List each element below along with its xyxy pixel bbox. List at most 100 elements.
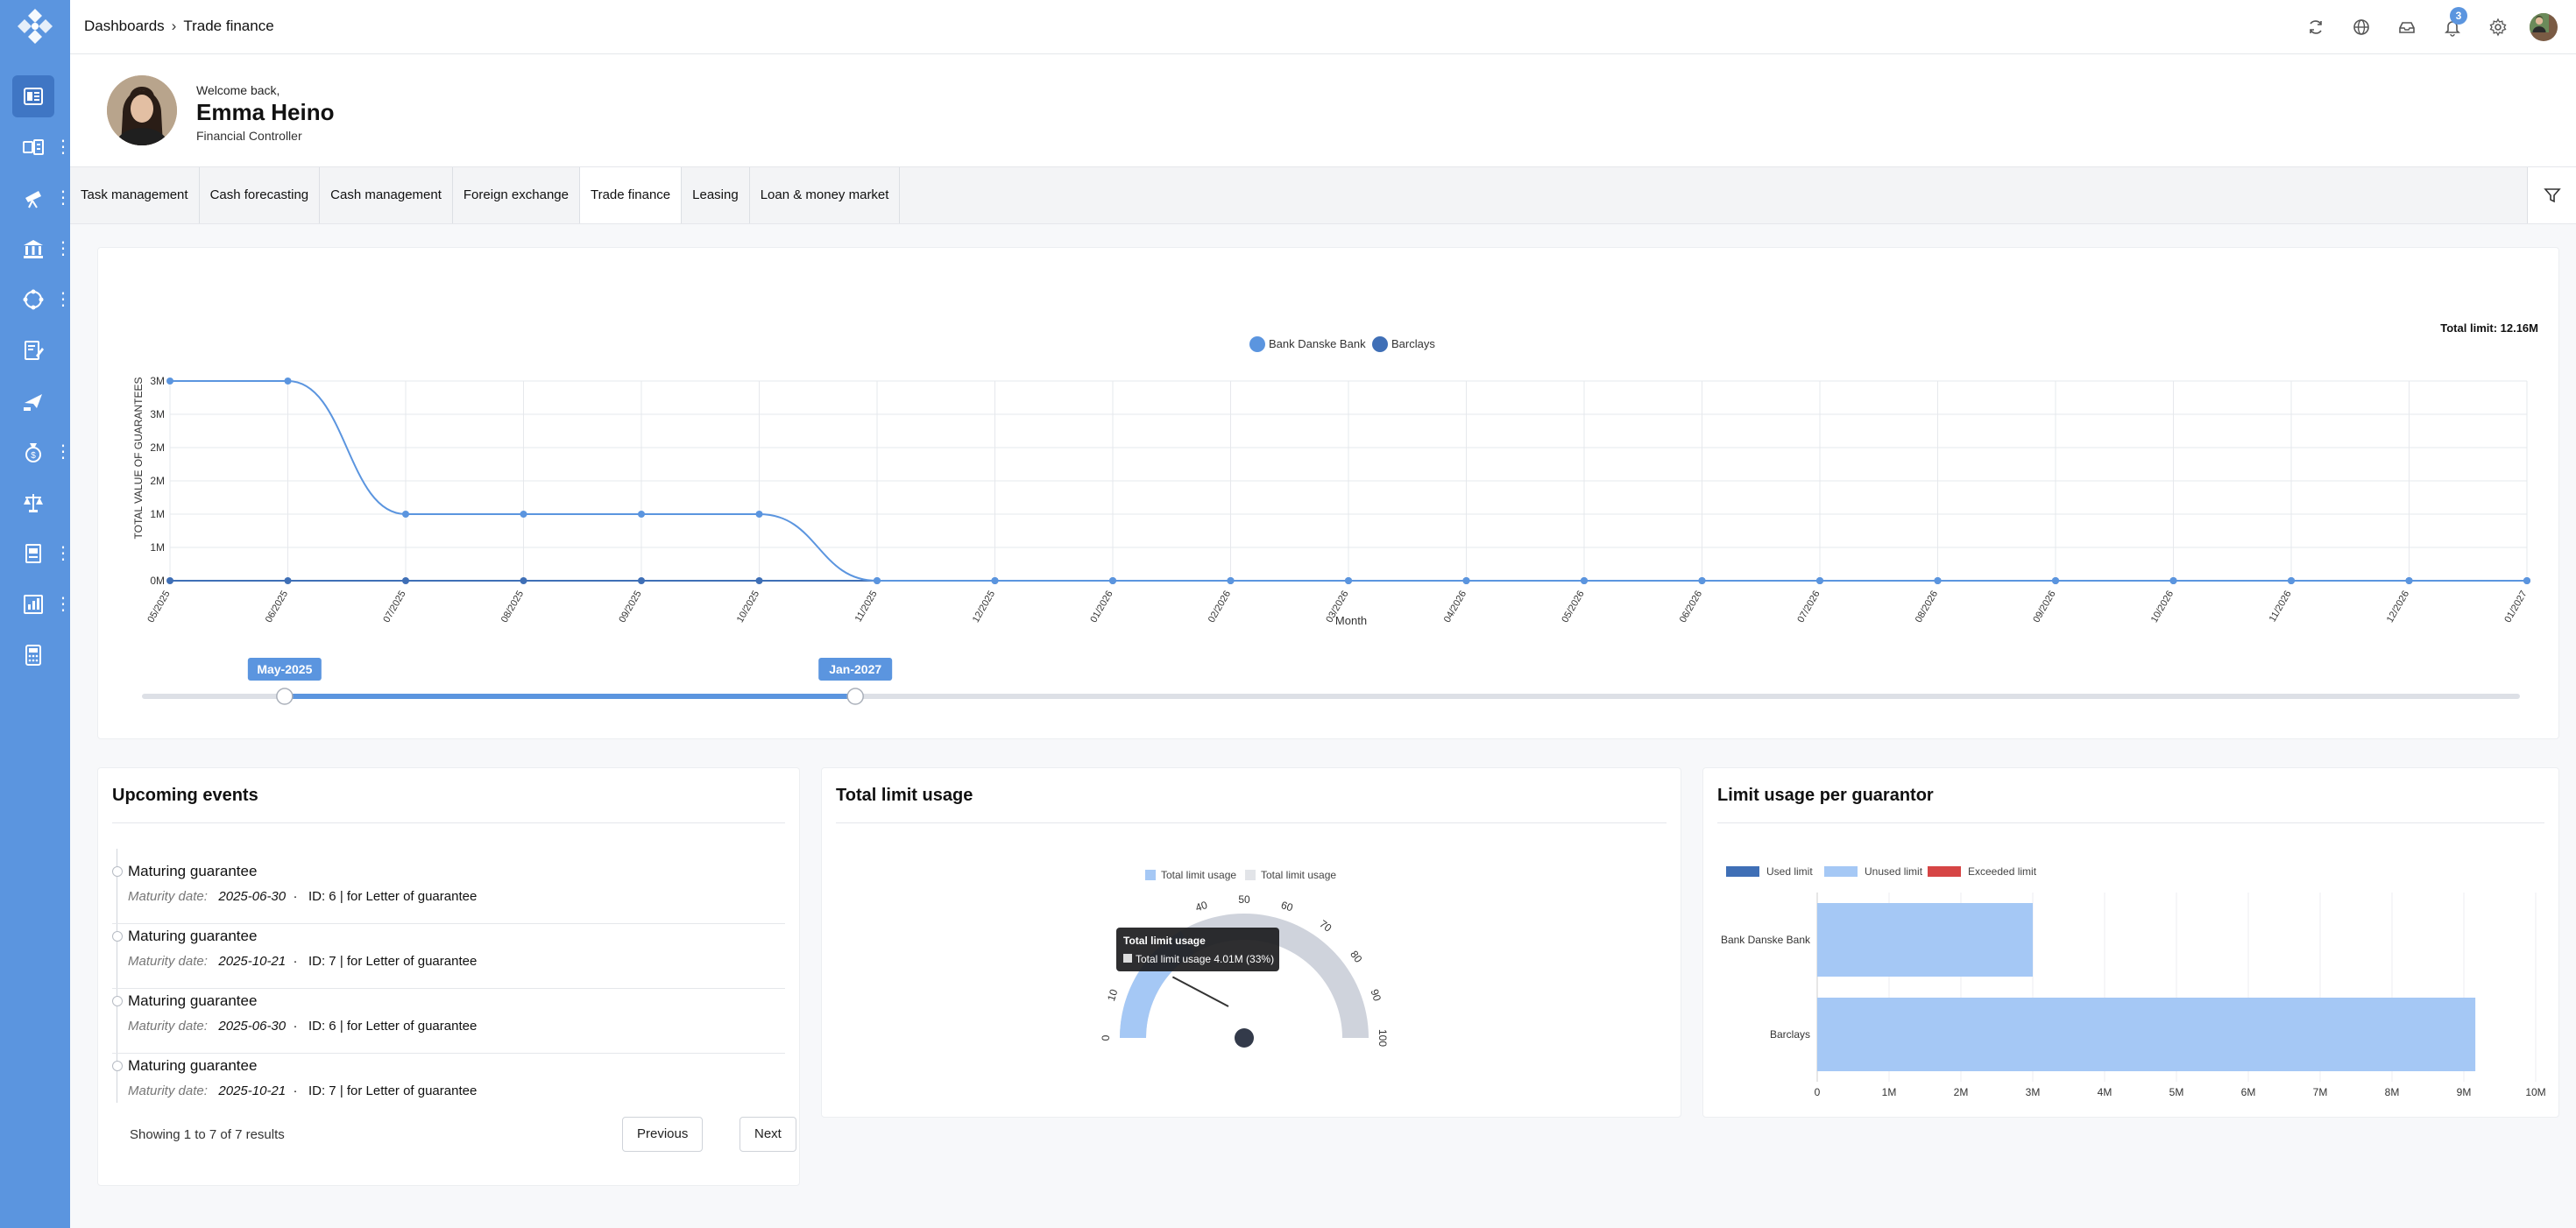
legend-label-0[interactable]: Bank Danske Bank (1269, 337, 1366, 350)
data-point[interactable] (2405, 577, 2413, 584)
sidebar-item-ledger[interactable] (12, 533, 54, 575)
limit-per-guarantor-card: Limit usage per guarantor Used limit Unus… (1702, 767, 2559, 1118)
data-point[interactable] (166, 577, 173, 584)
tab-loan-money-market[interactable]: Loan & money market (750, 167, 901, 223)
sidebar-item-transfers[interactable] (12, 126, 54, 168)
data-point[interactable] (991, 577, 999, 584)
bar[interactable] (1817, 998, 2476, 1071)
data-point[interactable] (284, 577, 292, 584)
gauge-legend-marker-rest[interactable] (1245, 870, 1256, 880)
notifications-button[interactable]: 3 (2438, 7, 2467, 42)
slider-start-label: May-2025 (257, 662, 312, 676)
data-point[interactable] (284, 378, 292, 385)
data-point[interactable] (402, 577, 409, 584)
legend-marker-0[interactable] (1249, 336, 1265, 352)
data-point[interactable] (638, 577, 645, 584)
sidebar-item-telescope[interactable] (12, 177, 54, 219)
gauge-legend-marker-used[interactable] (1145, 870, 1156, 880)
sidebar-item-documents[interactable] (12, 329, 54, 371)
event-info: ID: 6 | for Letter of guarantee (308, 1019, 478, 1034)
x-tick-label: 3M (2026, 1086, 2041, 1098)
data-point[interactable] (166, 378, 173, 385)
settings-button[interactable] (2483, 12, 2513, 42)
gauge-legend-label-rest[interactable]: Total limit usage (1261, 869, 1336, 881)
tab-cash-forecasting[interactable]: Cash forecasting (200, 167, 321, 223)
data-point[interactable] (755, 511, 763, 518)
bar-legend-label-0[interactable]: Used limit (1766, 865, 1813, 878)
sidebar-more-icon[interactable]: ⋮ (54, 288, 72, 311)
data-point[interactable] (874, 577, 881, 584)
data-point[interactable] (2288, 577, 2295, 584)
filter-button[interactable] (2527, 167, 2576, 223)
refresh-button[interactable] (2301, 12, 2331, 42)
data-point[interactable] (755, 577, 763, 584)
app-logo-icon[interactable] (14, 5, 56, 47)
list-item[interactable]: Maturing guarantee Maturity date: 2025-1… (112, 1054, 785, 1119)
sidebar-more-icon[interactable]: ⋮ (54, 542, 72, 565)
maturity-date: 2025-06-30 (218, 1019, 287, 1034)
sidebar-item-dashboards[interactable] (12, 75, 54, 117)
data-point[interactable] (1109, 577, 1116, 584)
x-tick-label: 11/2026 (2268, 589, 2294, 625)
slider-end-handle[interactable] (846, 688, 864, 705)
data-point[interactable] (1581, 577, 1588, 584)
bar-legend-marker-1[interactable] (1824, 866, 1858, 877)
gear-icon (2489, 18, 2507, 37)
sidebar-more-icon[interactable]: ⋮ (54, 593, 72, 616)
sidebar-item-trade[interactable] (12, 380, 54, 422)
data-point[interactable] (2052, 577, 2059, 584)
sidebar-item-bank[interactable] (12, 228, 54, 270)
sidebar-more-icon[interactable]: ⋮ (54, 187, 72, 209)
tab-trade-finance[interactable]: Trade finance (579, 167, 683, 223)
data-point[interactable] (2523, 577, 2530, 584)
data-point[interactable] (520, 511, 527, 518)
legend-label-1[interactable]: Barclays (1391, 337, 1435, 350)
sidebar-item-network[interactable] (12, 279, 54, 321)
sidebar-more-icon[interactable]: ⋮ (54, 441, 72, 463)
breadcrumb-dashboards[interactable]: Dashboards (84, 18, 165, 35)
gauge-tick-label: 50 (1238, 893, 1250, 906)
data-point[interactable] (1462, 577, 1470, 584)
list-item[interactable]: Maturing guarantee Maturity date: 2025-0… (112, 989, 785, 1054)
language-button[interactable] (2346, 12, 2376, 42)
user-menu-button[interactable] (2529, 12, 2558, 42)
list-item[interactable]: Maturing guarantee Maturity date: 2025-1… (112, 924, 785, 989)
data-point[interactable] (1227, 577, 1235, 584)
inbox-button[interactable] (2392, 12, 2422, 42)
sidebar-item-reports[interactable] (12, 583, 54, 625)
data-point[interactable] (1698, 577, 1706, 584)
legend-marker-1[interactable] (1372, 336, 1388, 352)
next-page-button[interactable]: Next (740, 1117, 796, 1152)
sidebar-item-calculator[interactable] (12, 634, 54, 676)
previous-page-button[interactable]: Previous (622, 1117, 704, 1152)
data-point[interactable] (520, 577, 527, 584)
divider (112, 822, 785, 823)
sidebar-more-icon[interactable]: ⋮ (54, 237, 72, 260)
data-point[interactable] (1816, 577, 1823, 584)
data-point[interactable] (1345, 577, 1352, 584)
list-item[interactable]: Maturing guarantee Maturity date: 2025-0… (112, 859, 785, 924)
bar-legend-label-1[interactable]: Unused limit (1865, 865, 1923, 878)
tab-leasing[interactable]: Leasing (682, 167, 750, 223)
data-point[interactable] (638, 511, 645, 518)
tab-cash-management[interactable]: Cash management (320, 167, 453, 223)
tab-foreign-exchange[interactable]: Foreign exchange (453, 167, 580, 223)
data-point[interactable] (402, 511, 409, 518)
tab-task-management[interactable]: Task management (70, 167, 200, 223)
gauge-legend-label-used[interactable]: Total limit usage (1161, 869, 1236, 881)
slider-start-handle[interactable] (276, 688, 294, 705)
sidebar-item-money-bag[interactable]: $ (12, 431, 54, 473)
sidebar-more-icon[interactable]: ⋮ (54, 136, 72, 159)
x-tick-label: 05/2026 (1560, 589, 1586, 625)
sidebar-item-accounts[interactable] (12, 482, 54, 524)
bar[interactable] (1817, 903, 2033, 977)
bar-legend-marker-0[interactable] (1726, 866, 1759, 877)
data-point[interactable] (1934, 577, 1942, 584)
bar-legend-marker-2[interactable] (1928, 866, 1961, 877)
bar-legend-label-2[interactable]: Exceeded limit (1968, 865, 2037, 878)
divider (1717, 822, 2544, 823)
limit-per-guarantor-chart: Used limit Unused limit Exceeded limit 0 1M… (1721, 865, 2546, 1098)
data-point[interactable] (2169, 577, 2177, 584)
x-tick-label: 12/2026 (2385, 589, 2411, 625)
divider (836, 822, 1667, 823)
